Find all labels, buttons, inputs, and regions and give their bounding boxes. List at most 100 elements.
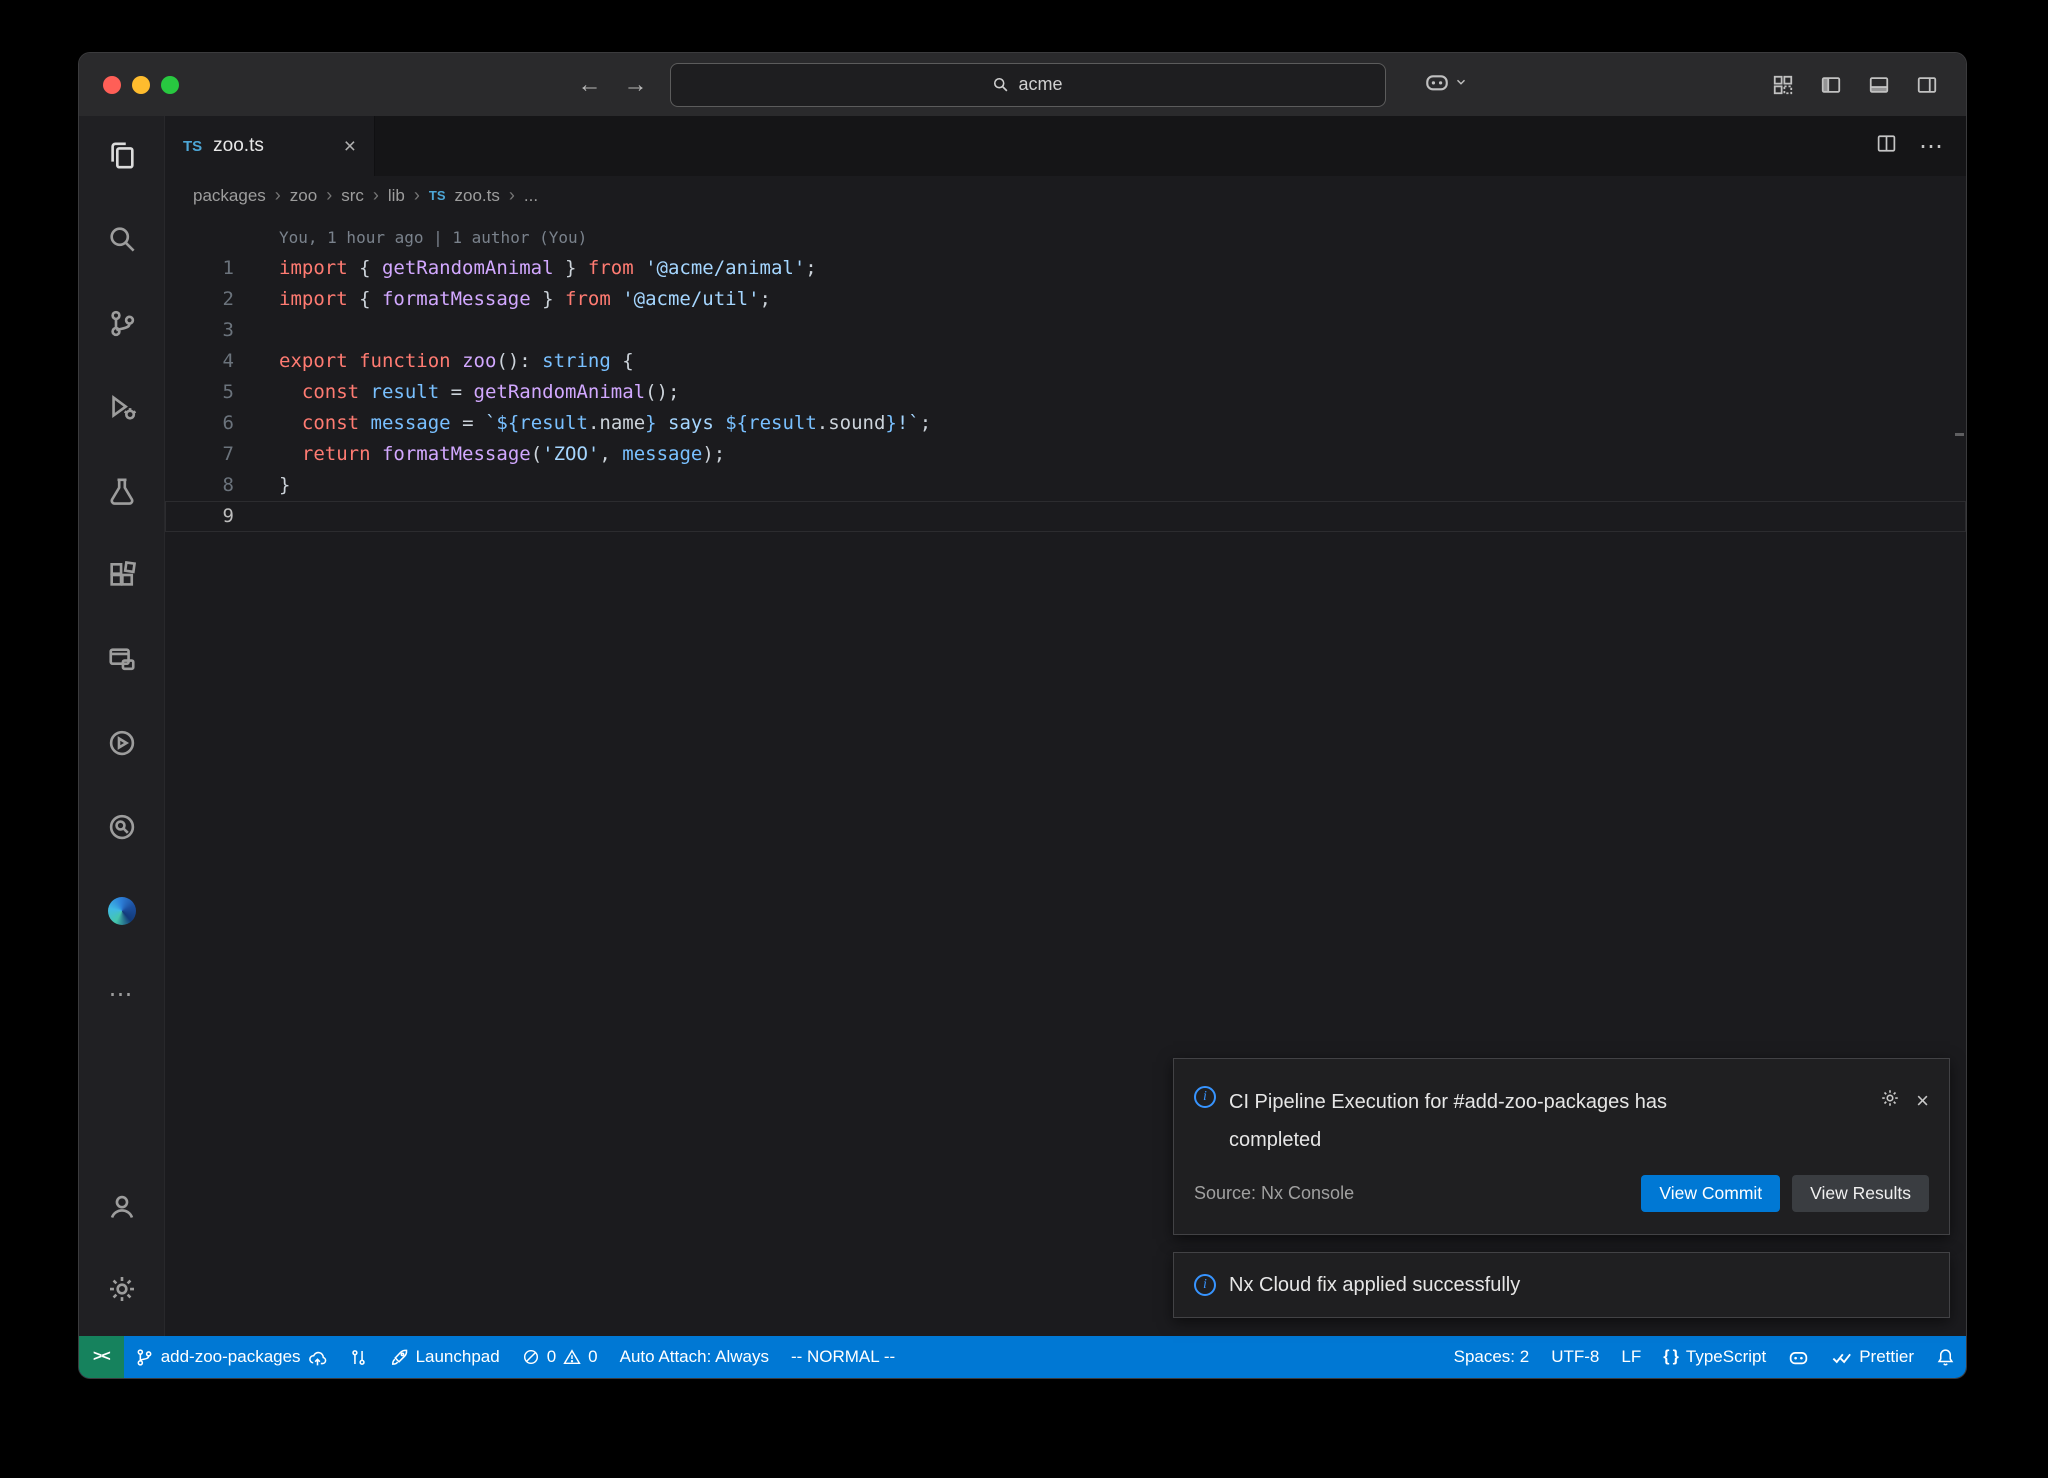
copilot-icon <box>1424 69 1450 100</box>
code-line-1[interactable]: 1import { getRandomAnimal } from '@acme/… <box>165 253 1966 284</box>
code-line-3[interactable]: 3 <box>165 315 1966 346</box>
code-line-9[interactable]: 9 <box>165 501 1966 532</box>
minimize-window-button[interactable] <box>132 76 150 94</box>
commit-graph-item[interactable] <box>338 1336 379 1378</box>
remote-indicator[interactable]: >< <box>79 1336 124 1378</box>
live-preview-icon[interactable] <box>107 812 137 842</box>
chevron-down-icon <box>1454 75 1468 94</box>
window-controls <box>79 76 179 94</box>
zoom-window-button[interactable] <box>161 76 179 94</box>
accounts-icon[interactable] <box>107 1192 137 1222</box>
breadcrumb-item[interactable]: zoo.ts <box>455 186 500 206</box>
language-mode-item[interactable]: { } TypeScript <box>1652 1336 1777 1378</box>
view-commit-button[interactable]: View Commit <box>1641 1175 1780 1212</box>
braces-icon: { } <box>1663 1348 1679 1366</box>
notification-close-icon[interactable]: × <box>1916 1090 1929 1112</box>
vim-mode-item[interactable]: -- NORMAL -- <box>780 1336 906 1378</box>
search-icon <box>992 76 1009 93</box>
code-line-4[interactable]: 4export function zoo(): string { <box>165 346 1966 377</box>
error-count: 0 <box>547 1347 556 1367</box>
source-control-icon[interactable] <box>107 308 137 338</box>
git-branch-item[interactable]: add-zoo-packages <box>124 1336 338 1378</box>
breadcrumb-item[interactable]: lib <box>388 186 405 206</box>
code-text: } <box>234 470 290 501</box>
chevron-right-icon: › <box>373 185 379 206</box>
line-number: 5 <box>165 377 234 408</box>
breadcrumb-item[interactable]: packages <box>193 186 266 206</box>
view-results-button[interactable]: View Results <box>1792 1175 1929 1212</box>
testing-icon[interactable] <box>107 476 137 506</box>
line-number: 1 <box>165 253 234 284</box>
code-text <box>234 315 279 346</box>
breadcrumb: packages › zoo › src › lib › TS zoo.ts ›… <box>165 176 1966 215</box>
tab-label: zoo.ts <box>213 135 264 157</box>
toggle-panel-icon[interactable] <box>1868 74 1890 96</box>
line-number: 9 <box>165 501 234 532</box>
close-window-button[interactable] <box>103 76 121 94</box>
launchpad-item[interactable]: Launchpad <box>379 1336 511 1378</box>
eol-item[interactable]: LF <box>1610 1336 1652 1378</box>
notification-toast: i Nx Cloud fix applied successfully <box>1173 1252 1950 1318</box>
auto-attach-label: Auto Attach: Always <box>620 1347 769 1367</box>
git-blame-lens[interactable]: You, 1 hour ago | 1 author (You) <box>279 223 1966 253</box>
warning-count: 0 <box>588 1347 597 1367</box>
back-icon[interactable]: ← <box>578 73 602 97</box>
typescript-file-icon: TS <box>429 188 446 203</box>
line-number: 7 <box>165 439 234 470</box>
notification-toast: i CI Pipeline Execution for #add-zoo-pac… <box>1173 1058 1950 1235</box>
code-line-2[interactable]: 2import { formatMessage } from '@acme/ut… <box>165 284 1966 315</box>
desktop: { "colors": { "statusbar_bg": "#0078d4",… <box>0 0 2048 1478</box>
notifications-bell-item[interactable] <box>1925 1336 1966 1378</box>
vscode-window: ← → acme <box>78 52 1967 1379</box>
remote-icon: >< <box>93 1348 110 1366</box>
encoding-item[interactable]: UTF-8 <box>1540 1336 1610 1378</box>
customize-layout-icon[interactable] <box>1772 74 1794 96</box>
edge-devtools-icon[interactable] <box>107 896 137 926</box>
indentation-item[interactable]: Spaces: 2 <box>1443 1336 1541 1378</box>
code-text: const result = getRandomAnimal(); <box>234 377 679 408</box>
code-line-7[interactable]: 7 return formatMessage('ZOO', message); <box>165 439 1966 470</box>
rocket-icon <box>390 1348 409 1367</box>
typescript-file-icon: TS <box>183 138 202 155</box>
activity-bar: ⋯ <box>79 116 165 1336</box>
copilot-menu[interactable] <box>1424 69 1468 100</box>
info-icon: i <box>1194 1274 1216 1296</box>
code-text: return formatMessage('ZOO', message); <box>234 439 725 470</box>
toggle-primary-sidebar-icon[interactable] <box>1820 74 1842 96</box>
editor-more-actions-icon[interactable]: ⋯ <box>1919 132 1944 161</box>
code-text: import { formatMessage } from '@acme/uti… <box>234 284 771 315</box>
breadcrumb-item[interactable]: ... <box>524 186 538 206</box>
code-text: const message = `${result.name} says ${r… <box>234 408 931 439</box>
chevron-right-icon: › <box>414 185 420 206</box>
settings-gear-icon[interactable] <box>107 1274 137 1304</box>
toggle-secondary-sidebar-icon[interactable] <box>1916 74 1938 96</box>
split-editor-icon[interactable] <box>1876 133 1897 159</box>
code-line-6[interactable]: 6 const message = `${result.name} says $… <box>165 408 1966 439</box>
eol-label: LF <box>1621 1347 1641 1367</box>
code-text: import { getRandomAnimal } from '@acme/a… <box>234 253 817 284</box>
extensions-icon[interactable] <box>107 560 137 590</box>
forward-icon[interactable]: → <box>624 73 648 97</box>
code-line-8[interactable]: 8} <box>165 470 1966 501</box>
run-debug-icon[interactable] <box>107 392 137 422</box>
breadcrumb-item[interactable]: zoo <box>290 186 317 206</box>
nx-console-icon[interactable] <box>107 728 137 758</box>
notification-source: Source: Nx Console <box>1194 1183 1354 1204</box>
copilot-status-item[interactable] <box>1777 1336 1820 1378</box>
problems-item[interactable]: 0 0 <box>511 1336 609 1378</box>
remote-explorer-icon[interactable] <box>107 644 137 674</box>
command-center-search[interactable]: acme <box>670 63 1386 107</box>
breadcrumb-item[interactable]: src <box>341 186 364 206</box>
auto-attach-item[interactable]: Auto Attach: Always <box>609 1336 780 1378</box>
notification-settings-icon[interactable] <box>1880 1088 1900 1113</box>
more-tools-icon[interactable]: ⋯ <box>107 980 137 1010</box>
notification-message: CI Pipeline Execution for #add-zoo-packa… <box>1229 1083 1749 1159</box>
explorer-icon[interactable] <box>107 140 137 170</box>
formatter-item[interactable]: Prettier <box>1820 1336 1925 1378</box>
code-line-5[interactable]: 5 const result = getRandomAnimal(); <box>165 377 1966 408</box>
tab-zoo-ts[interactable]: TS zoo.ts × <box>165 116 375 176</box>
code-text: export function zoo(): string { <box>234 346 634 377</box>
search-sidebar-icon[interactable] <box>107 224 137 254</box>
code-text <box>234 501 279 532</box>
close-tab-icon[interactable]: × <box>344 136 356 157</box>
